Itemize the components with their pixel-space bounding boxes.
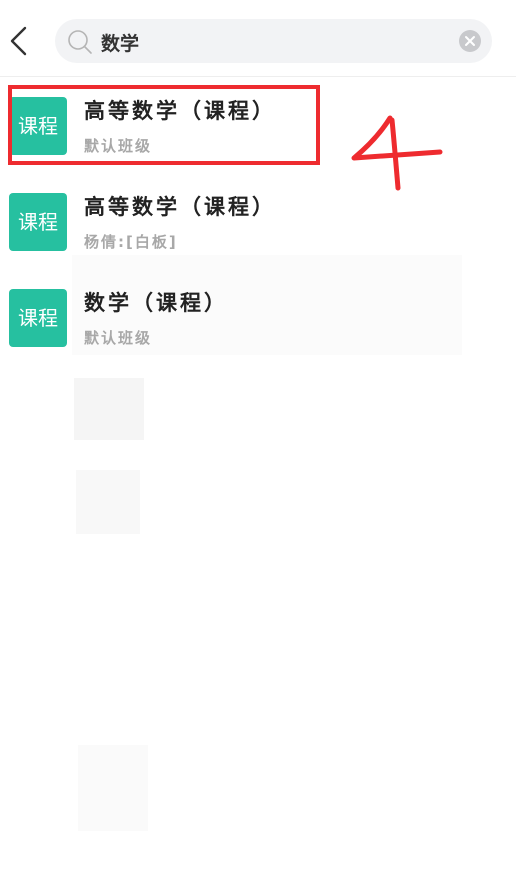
background-artifact	[78, 745, 148, 831]
search-icon	[68, 30, 92, 54]
search-input[interactable]	[99, 25, 453, 59]
back-button[interactable]	[6, 24, 32, 58]
handwritten-number-annotation: 4	[351, 115, 443, 191]
highlight-box	[8, 85, 320, 165]
clear-search-button[interactable]	[459, 30, 481, 52]
result-subtitle: 杨倩:[白板]	[84, 233, 178, 251]
course-badge: 课程	[9, 289, 67, 347]
result-subtitle: 默认班级	[84, 329, 153, 347]
result-title: 高等数学（课程）	[84, 195, 276, 219]
top-bar	[0, 0, 516, 77]
chevron-left-icon	[10, 26, 27, 56]
search-bar	[55, 19, 492, 63]
close-icon	[465, 36, 475, 46]
background-artifact	[74, 378, 144, 440]
course-badge: 课程	[9, 193, 67, 251]
result-title: 数学（课程）	[84, 291, 228, 315]
result-item[interactable]: 课程 数学（课程） 默认班级	[0, 269, 516, 365]
background-artifact	[76, 470, 140, 534]
